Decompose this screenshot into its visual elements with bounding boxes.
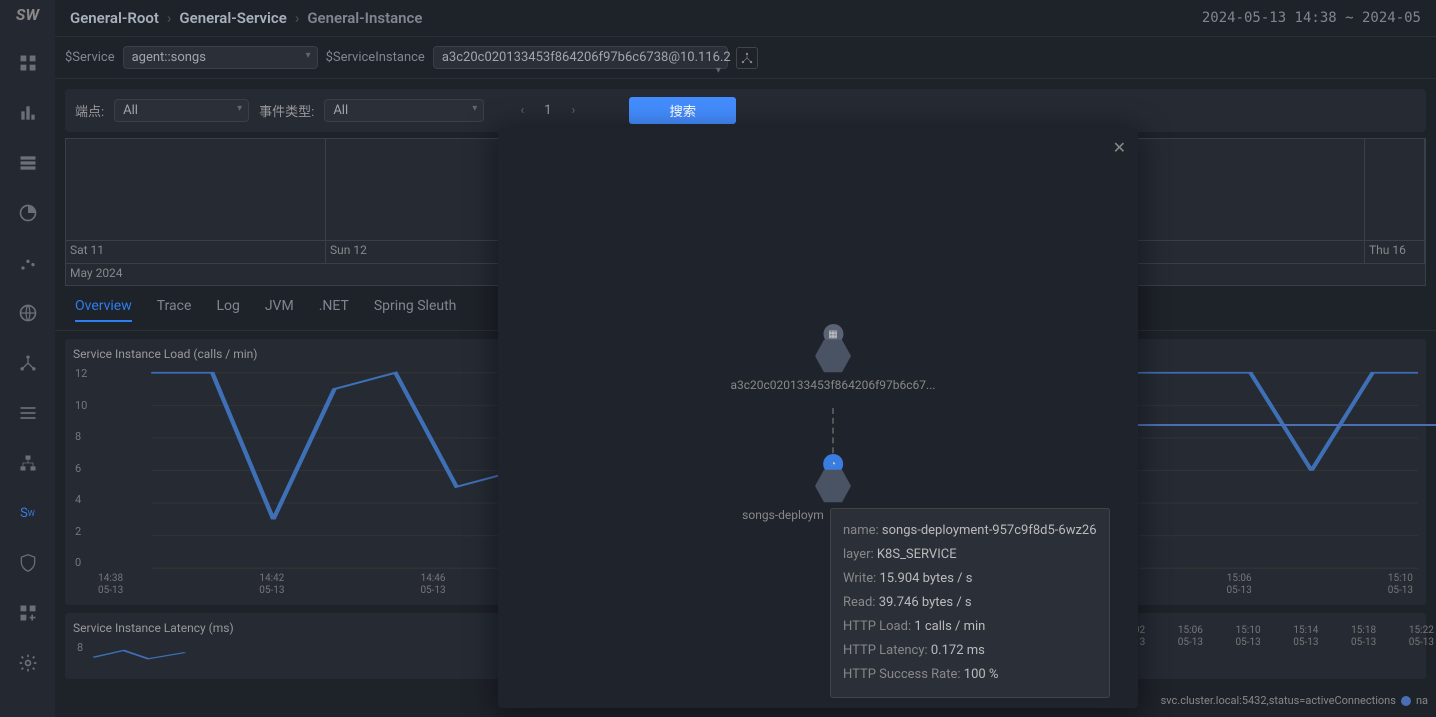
topo-node-instance[interactable]: ▦ a3c20c020133453f864206f97b6c67...: [730, 338, 935, 392]
timeline-day: Sat 11: [66, 241, 326, 263]
scatter-icon[interactable]: [17, 252, 39, 274]
stack-icon[interactable]: [17, 152, 39, 174]
timeline-day: 15: [1105, 241, 1365, 263]
right-chart-line: [1138, 424, 1436, 426]
tab-overview[interactable]: Overview: [75, 298, 132, 322]
side-nav: SW SW: [0, 0, 55, 717]
endpoint-label: 端点:: [75, 101, 104, 120]
sw-icon[interactable]: SW: [17, 502, 39, 524]
legend-text: svc.cluster.local:5432,status=activeConn…: [1161, 694, 1396, 707]
topology-modal: ✕ ▦ a3c20c020133453f864206f97b6c67... ◔ …: [498, 128, 1138, 708]
search-button[interactable]: 搜索: [629, 97, 736, 124]
grid-plus-icon[interactable]: [17, 602, 39, 624]
gear-icon[interactable]: [17, 652, 39, 674]
right-chart-legend: svc.cluster.local:5432,status=activeConn…: [1161, 694, 1428, 707]
branch-icon[interactable]: [17, 352, 39, 374]
legend-dot-icon: [1401, 696, 1411, 706]
right-chart-xlabels: 15:0205-1315:0605-1315:1005-1315:1405-13…: [1120, 625, 1434, 649]
event-type-label: 事件类型:: [259, 101, 314, 120]
shield-icon[interactable]: [17, 552, 39, 574]
globe-icon[interactable]: [17, 302, 39, 324]
filter-bar: 端点: All 事件类型: All ‹ 1 › 搜索: [65, 89, 1426, 132]
breadcrumb-instance: General-Instance: [307, 9, 422, 27]
top-bar: General-Root › General-Service › General…: [55, 0, 1436, 37]
timeline-day: Thu 16: [1365, 241, 1425, 263]
time-range[interactable]: 2024-05-13 14:38 ~ 2024-05: [1202, 10, 1421, 26]
topo-tooltip: name: songs-deployment-957c9f8d5-6wz26la…: [830, 508, 1110, 698]
selector-bar: $Service agent::songs $ServiceInstance a…: [55, 37, 1436, 79]
endpoint-select[interactable]: All: [114, 99, 249, 122]
latency-ytick: 8: [77, 641, 83, 654]
event-type-select[interactable]: All: [324, 99, 484, 122]
prev-page-button[interactable]: ‹: [516, 103, 528, 118]
next-page-button[interactable]: ›: [568, 103, 580, 118]
logo: SW: [16, 5, 39, 24]
breadcrumb: General-Root › General-Service › General…: [70, 9, 422, 27]
tab-jvm[interactable]: JVM: [265, 298, 294, 322]
hierarchy-icon[interactable]: [17, 452, 39, 474]
instance-label: $ServiceInstance: [326, 50, 425, 65]
tab-sleuth[interactable]: Spring Sleuth: [374, 298, 457, 322]
dashboard-icon[interactable]: [17, 52, 39, 74]
tab-trace[interactable]: Trace: [157, 298, 192, 322]
chevron-right-icon: ›: [295, 9, 300, 27]
breadcrumb-root[interactable]: General-Root: [70, 9, 159, 27]
breadcrumb-service[interactable]: General-Service: [179, 9, 286, 27]
service-select[interactable]: agent::songs: [123, 46, 318, 69]
tab-dotnet[interactable]: .NET: [319, 298, 349, 322]
pie-chart-icon[interactable]: [17, 202, 39, 224]
page-number: 1: [538, 103, 557, 118]
chevron-right-icon: ›: [167, 9, 172, 27]
legend-short: na: [1416, 694, 1428, 707]
bar-chart-icon[interactable]: [17, 102, 39, 124]
tab-log[interactable]: Log: [216, 298, 239, 322]
service-label: $Service: [65, 50, 115, 65]
list-icon[interactable]: [17, 402, 39, 424]
instance-select[interactable]: a3c20c020133453f864206f97b6c6738@10.116.…: [433, 46, 728, 69]
topo-node-label: a3c20c020133453f864206f97b6c67...: [730, 378, 935, 392]
topology-button[interactable]: [736, 47, 758, 69]
topo-node-label: songs-deploym: [742, 508, 824, 522]
